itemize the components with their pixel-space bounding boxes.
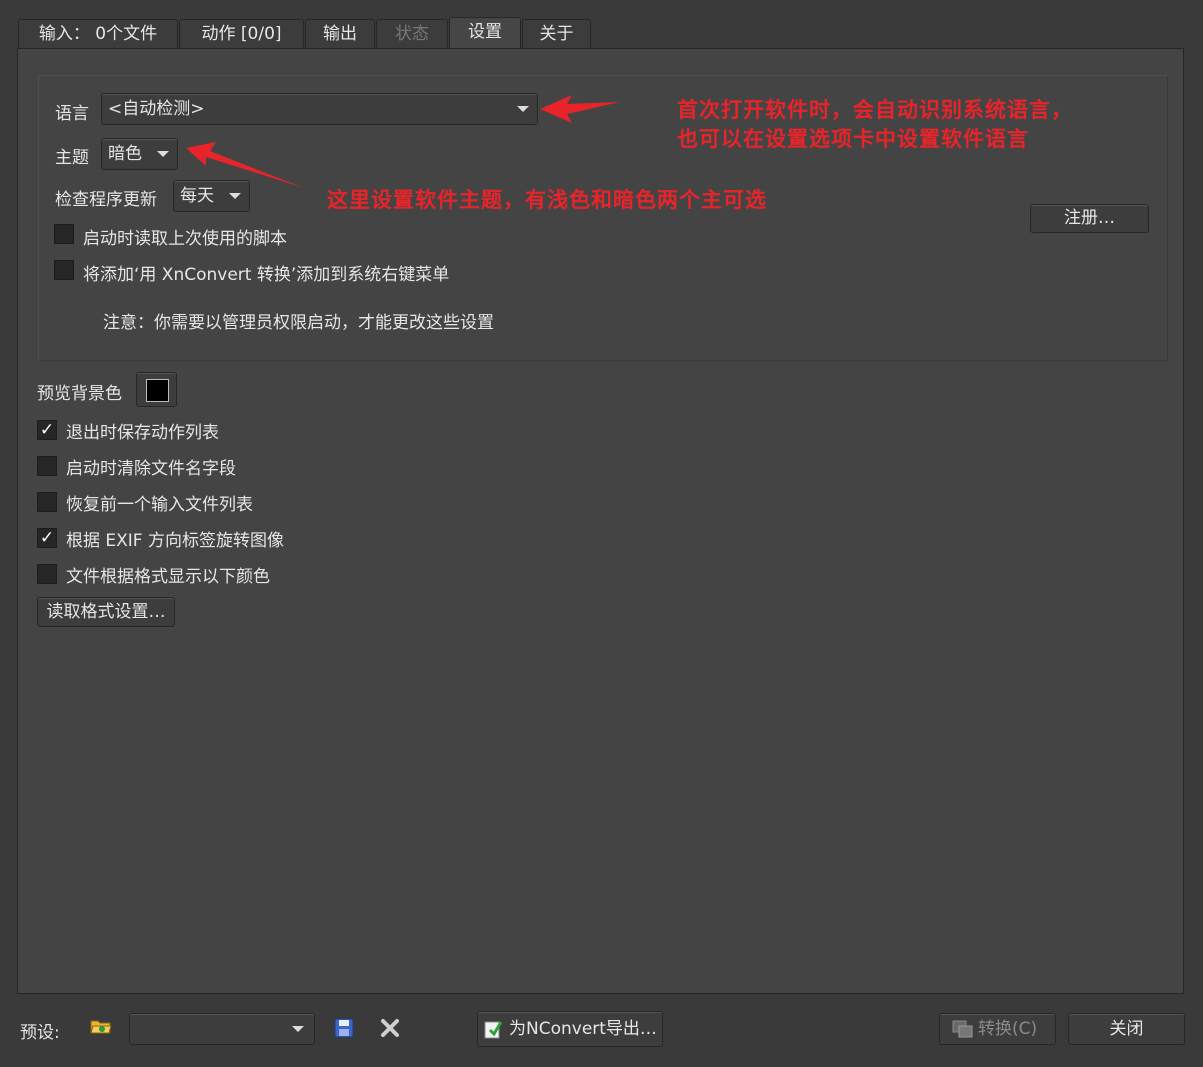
language-arrow: [540, 95, 620, 123]
folder-open-icon[interactable]: [90, 1017, 112, 1035]
preset-select[interactable]: [129, 1013, 315, 1045]
theme-arrow: [186, 142, 304, 188]
delete-icon[interactable]: [380, 1018, 400, 1038]
convert-button[interactable]: 转换(C): [939, 1013, 1056, 1045]
preset-label: 预设:: [20, 1023, 60, 1043]
export-nconvert-label: 为NConvert导出…: [509, 1019, 657, 1039]
language-note-line2: 也可以在设置选项卡中设置软件语言: [677, 126, 1029, 151]
export-nconvert-button[interactable]: 为NConvert导出…: [477, 1011, 663, 1047]
convert-label: 转换(C): [978, 1019, 1038, 1039]
annotation-arrows: [186, 95, 620, 188]
close-button[interactable]: 关闭: [1068, 1013, 1185, 1045]
chevron-down-icon: [292, 1026, 304, 1032]
convert-icon: [952, 1020, 974, 1038]
save-icon[interactable]: [334, 1018, 354, 1038]
language-note-line1: 首次打开软件时，会自动识别系统语言，: [677, 97, 1073, 122]
export-script-icon: [484, 1019, 503, 1039]
theme-note: 这里设置软件主题，有浅色和暗色两个主可选: [327, 187, 767, 212]
